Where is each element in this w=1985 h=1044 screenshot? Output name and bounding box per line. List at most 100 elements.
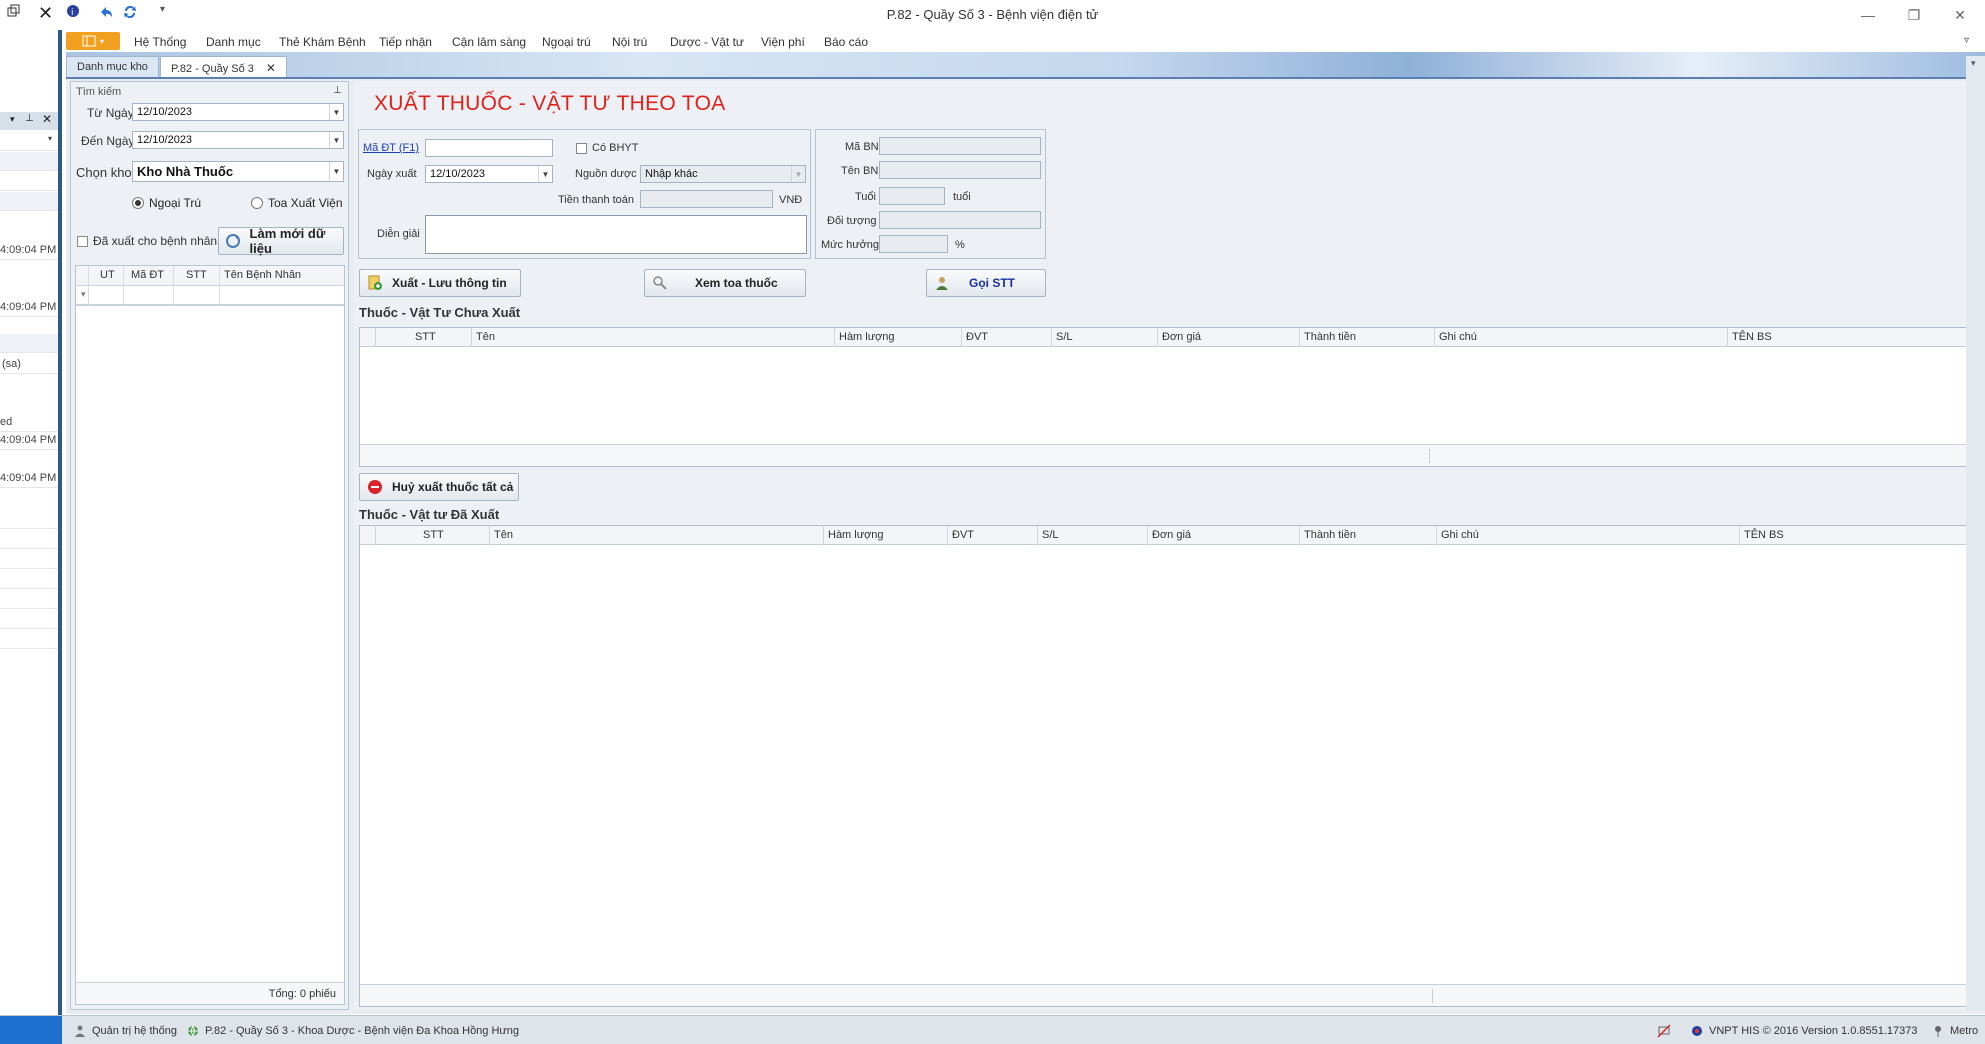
dispensed-section-title: Thuốc - Vật tư Đã Xuất — [359, 507, 500, 522]
col-don-gia[interactable]: Đơn giá — [1162, 331, 1201, 343]
menu-he-thong[interactable]: Hệ Thống — [134, 35, 186, 49]
ribbon-collapse-icon[interactable]: ▿ — [1964, 35, 1969, 46]
to-date-input[interactable]: 12/10/2023 ▼ — [132, 131, 344, 149]
to-date-label: Đến Ngày — [81, 134, 135, 148]
col-ten-bs[interactable]: TÊN BS — [1732, 331, 1772, 343]
col-ghi-chu[interactable]: Ghi chú — [1441, 529, 1479, 541]
chevron-down-icon[interactable]: ▼ — [329, 162, 343, 181]
col-ten[interactable]: Tên — [494, 529, 513, 541]
object-input[interactable] — [879, 211, 1041, 229]
patient-name-label: Tên BN — [841, 165, 879, 177]
app-menu-button[interactable]: ▾ — [66, 32, 120, 50]
menu-ngoai-tru[interactable]: Ngoại trú — [542, 35, 591, 49]
document-tabs: Danh mục kho P.82 - Quầy Số 3 ✕ — [66, 56, 288, 77]
source-select[interactable]: Nhập khác ▼ — [640, 165, 806, 183]
col-ut[interactable]: UT — [100, 269, 115, 281]
dock-row — [0, 172, 58, 191]
menu-the-kham-benh[interactable]: Thẻ Khám Bệnh — [279, 35, 366, 49]
dock-dropdown-icon[interactable]: ▾ — [10, 114, 15, 125]
rate-input[interactable] — [879, 235, 948, 253]
cancel-all-button[interactable]: Huỷ xuất thuốc tất cả — [359, 473, 519, 501]
tab-quay-so-3[interactable]: P.82 - Quầy Số 3 ✕ — [159, 56, 287, 77]
dock-row — [0, 590, 58, 609]
col-ghi-chu[interactable]: Ghi chú — [1439, 331, 1477, 343]
col-ham-luong[interactable]: Hàm lượng — [839, 331, 895, 343]
tab-close-icon[interactable]: ✕ — [266, 61, 276, 75]
refresh-data-button[interactable]: Làm mới dữ liệu — [218, 226, 344, 256]
call-number-button[interactable]: Gọi STT — [926, 269, 1046, 297]
pin-icon[interactable]: ⊥ — [333, 85, 342, 96]
scroll-down-icon[interactable]: ▾ — [1971, 58, 1976, 69]
tab-danh-muc-kho[interactable]: Danh mục kho — [66, 56, 159, 77]
col-ma-dt[interactable]: Mã ĐT — [131, 269, 164, 281]
pending-grid: STT Tên Hàm lượng ĐVT S/L Đơn giá Thành … — [359, 327, 1978, 467]
chevron-down-icon[interactable]: ▼ — [538, 166, 552, 182]
code-link[interactable]: Mã ĐT (F1) — [363, 142, 419, 154]
total-count: Tổng: 0 phiếu — [268, 988, 336, 1000]
radio-discharge[interactable]: Toa Xuất Viện — [251, 196, 343, 210]
col-dvt[interactable]: ĐVT — [952, 529, 974, 541]
col-sl[interactable]: S/L — [1042, 529, 1059, 541]
patient-name-input[interactable] — [879, 161, 1041, 179]
col-stt[interactable]: STT — [423, 529, 444, 541]
col-sl[interactable]: S/L — [1056, 331, 1073, 343]
menu-vien-phi[interactable]: Viện phí — [761, 35, 805, 49]
globe-icon — [186, 1024, 200, 1038]
col-stt[interactable]: STT — [415, 331, 436, 343]
close-button[interactable]: ✕ — [1938, 2, 1982, 28]
menu-duoc-vat-tu[interactable]: Dược - Vật tư — [670, 35, 744, 49]
refresh-icon — [225, 232, 242, 250]
left-dock-panel: ▾ ⊥ ✕ ▾ 4:09:04 PM 4:09:04 PM (sa) ed 4:… — [0, 30, 62, 1015]
chevron-down-icon[interactable]: ▼ — [791, 166, 805, 182]
menu-tiep-nhan[interactable]: Tiếp nhận — [379, 35, 432, 49]
code-input[interactable] — [425, 139, 553, 157]
status-theme[interactable]: Metro — [1931, 1024, 1978, 1038]
col-don-gia[interactable]: Đơn giá — [1152, 529, 1191, 541]
dock-pin-icon[interactable]: ⊥ — [25, 113, 34, 124]
age-input[interactable] — [879, 187, 945, 205]
payment-input[interactable] — [640, 190, 773, 208]
menu-can-lam-sang[interactable]: Cận lâm sàng — [452, 35, 526, 49]
menu-noi-tru[interactable]: Nội trú — [612, 35, 647, 49]
col-ten[interactable]: Tên — [476, 331, 495, 343]
note-textarea[interactable] — [425, 215, 807, 254]
menu-danh-muc[interactable]: Danh mục — [206, 35, 261, 49]
dock-header: ▾ ⊥ ✕ — [0, 112, 58, 130]
chevron-down-icon[interactable]: ▼ — [329, 104, 343, 120]
dock-row — [0, 550, 58, 569]
chevron-down-icon[interactable]: ▼ — [329, 132, 343, 148]
network-icon[interactable] — [1657, 1024, 1671, 1038]
date-input[interactable]: 12/10/2023 ▼ — [425, 165, 553, 183]
filter-icon: ▾ — [81, 289, 86, 299]
status-version: VNPT HIS © 2016 Version 1.0.8551.17373 — [1690, 1024, 1917, 1038]
status-user[interactable]: Quản trị hệ thống — [73, 1024, 177, 1038]
right-scroll-strip[interactable]: ▾ — [1966, 56, 1985, 1011]
dispensed-grid: STT Tên Hàm lượng ĐVT S/L Đơn giá Thành … — [359, 525, 1978, 1007]
col-ten-benh-nhan[interactable]: Tên Bệnh Nhân — [224, 269, 301, 281]
grid-filter-row[interactable]: ▾ — [76, 286, 344, 306]
from-date-input[interactable]: 12/10/2023 ▼ — [132, 103, 344, 121]
ribbon-banner — [66, 52, 1985, 77]
col-ten-bs[interactable]: TÊN BS — [1744, 529, 1784, 541]
bhyt-checkbox[interactable]: Có BHYT — [576, 142, 638, 154]
title-bar: ✕ i ▾ P.82 - Quầy Số 3 - Bệnh viện điện … — [0, 0, 1985, 30]
dispensed-checkbox[interactable]: Đã xuất cho bệnh nhân — [77, 234, 217, 248]
dock-row: 4:09:04 PM — [0, 298, 58, 317]
col-dvt[interactable]: ĐVT — [966, 331, 988, 343]
view-prescription-button[interactable]: Xem toa thuốc — [644, 269, 806, 297]
maximize-button[interactable]: ❐ — [1892, 2, 1936, 28]
menu-bao-cao[interactable]: Báo cáo — [824, 35, 868, 49]
radio-outpatient[interactable]: Ngoại Trú — [132, 196, 201, 210]
minimize-button[interactable]: — — [1846, 2, 1890, 28]
dock-close-icon[interactable]: ✕ — [42, 112, 52, 126]
dock-row: (sa) — [0, 355, 58, 374]
patient-id-input[interactable] — [879, 137, 1041, 155]
export-save-button[interactable]: Xuất - Lưu thông tin — [359, 269, 521, 297]
col-thanh-tien[interactable]: Thành tiền — [1304, 331, 1356, 343]
dock-row: 4:09:04 PM — [0, 241, 58, 260]
age-unit: tuổi — [953, 191, 971, 203]
col-thanh-tien[interactable]: Thành tiền — [1304, 529, 1356, 541]
store-select[interactable]: Kho Nhà Thuốc ▼ — [132, 161, 344, 182]
col-ham-luong[interactable]: Hàm lượng — [828, 529, 884, 541]
col-stt[interactable]: STT — [186, 269, 207, 281]
